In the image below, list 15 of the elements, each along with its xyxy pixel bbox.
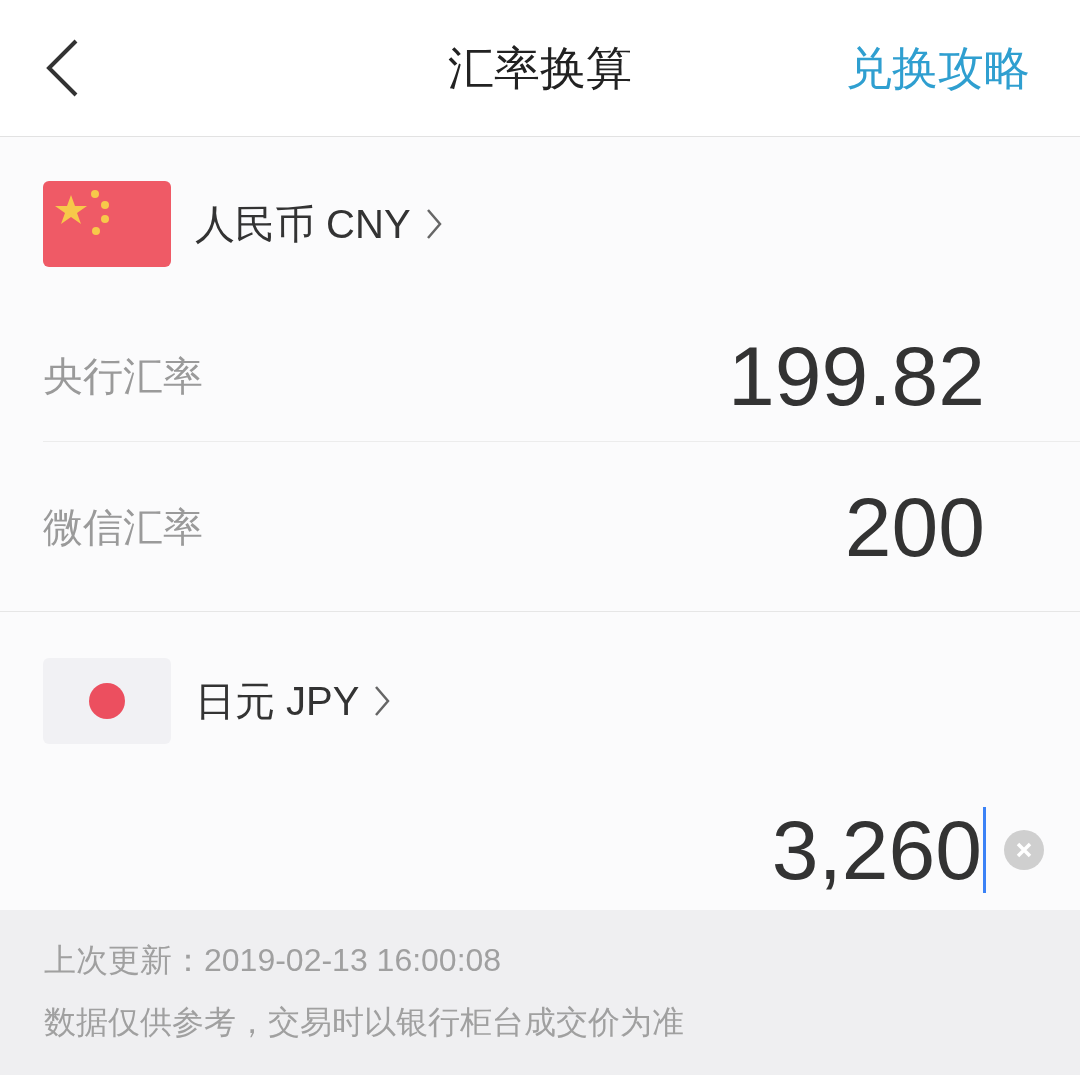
rate-value: 199.82 (728, 334, 985, 418)
rate-label: 央行汇率 (43, 353, 203, 400)
flag-icon (43, 181, 171, 267)
amount-field[interactable]: 3,260 (771, 805, 986, 895)
flag-icon (43, 658, 171, 744)
currency-selector[interactable]: 日元 JPY (195, 671, 392, 731)
rate-label: 微信汇率 (43, 503, 203, 551)
last-updated-text: 上次更新：2019-02-13 16:00:08 (44, 941, 503, 980)
rate-value: 200 (844, 484, 985, 569)
chevron-icon (373, 684, 392, 718)
disclaimer-text: 数据仅供参考，交易时以银行柜台成交价为准 (44, 1003, 685, 1042)
close-icon (1015, 841, 1033, 859)
chevron-icon (424, 207, 443, 241)
currency-selector[interactable]: 人民币 CNY (195, 194, 443, 254)
page-title: 汇率换算 (448, 40, 632, 96)
